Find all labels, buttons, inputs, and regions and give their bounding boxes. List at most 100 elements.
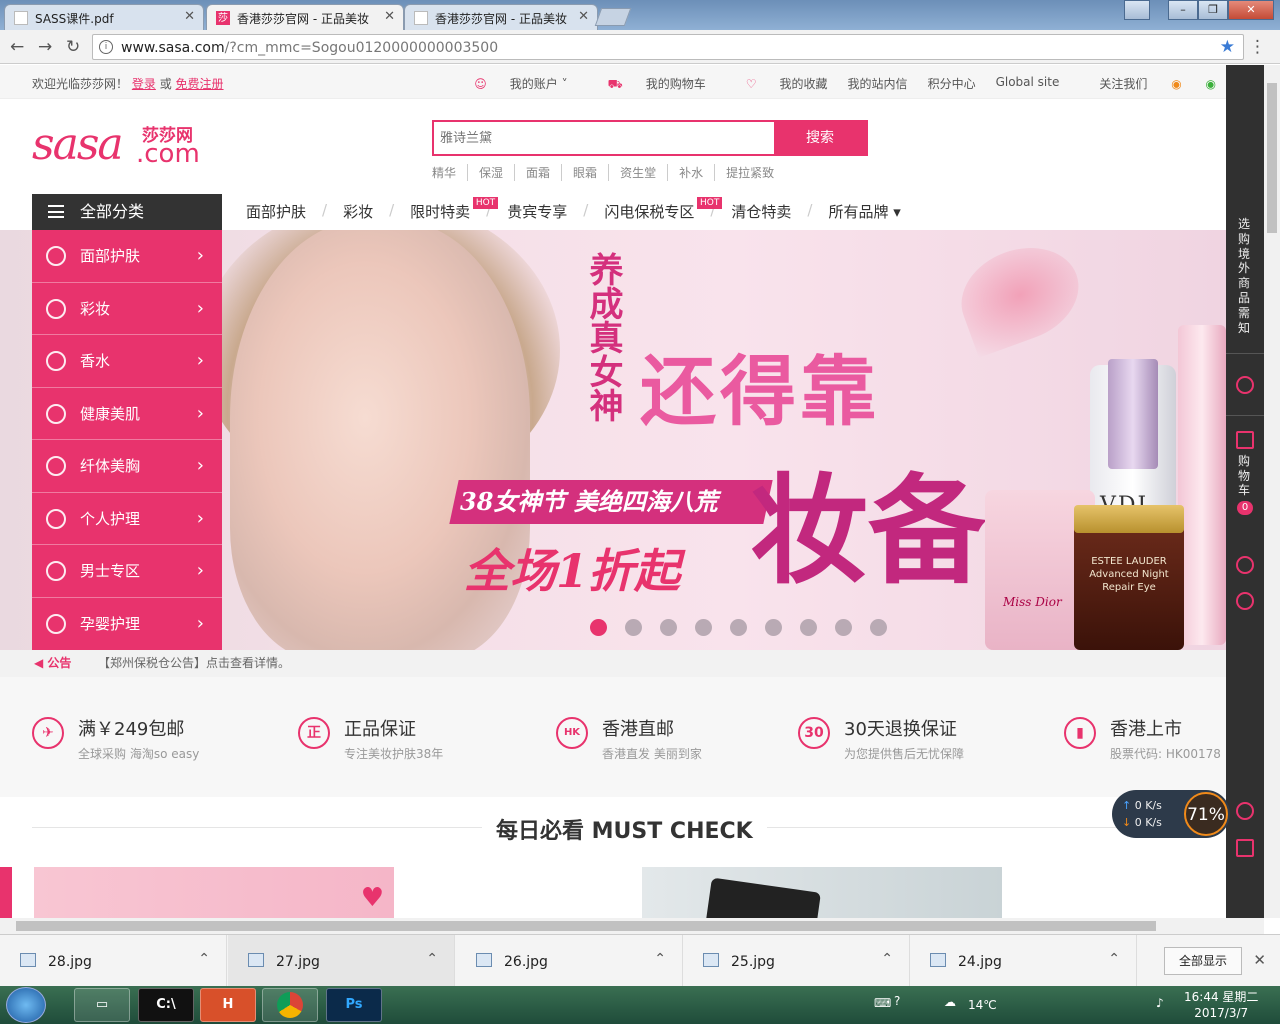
carousel-dot[interactable]	[800, 619, 817, 636]
chevron-up-icon[interactable]: ⌃	[654, 951, 666, 967]
close-icon[interactable]: ✕	[578, 9, 589, 24]
forward-arrow-icon[interactable]: →	[38, 37, 52, 57]
download-item[interactable]: 25.jpg ⌃	[683, 935, 910, 987]
clock[interactable]: 16:44 星期二 2017/3/7	[1184, 989, 1258, 1021]
category-personal-care[interactable]: 个人护理 ›	[32, 493, 222, 545]
network-monitor-widget[interactable]: ↑ 0 K/s ↓ 0 K/s 71%	[1112, 790, 1230, 838]
info-icon[interactable]: i	[99, 40, 113, 54]
url-field[interactable]: i www.sasa.com/?cm_mmc=Sogou012000000000…	[92, 34, 1244, 60]
category-perfume[interactable]: 香水 ›	[32, 335, 222, 388]
my-messages-link[interactable]: 我的站内信	[848, 75, 908, 93]
hotword[interactable]: 补水	[667, 164, 714, 181]
carousel-dot[interactable]	[625, 619, 642, 636]
nav-bonded[interactable]: 闪电保税专区 HOT	[590, 197, 723, 222]
hotword[interactable]: 精华	[432, 164, 467, 181]
vertical-scrollbar[interactable]	[1264, 65, 1280, 918]
carousel-dot[interactable]	[870, 619, 887, 636]
scroll-thumb[interactable]	[16, 921, 1156, 931]
explorer-taskbar-icon[interactable]: ▭	[74, 988, 130, 1022]
points-center-link[interactable]: 积分中心	[928, 75, 976, 93]
search-input[interactable]	[434, 122, 776, 154]
maximize-button[interactable]: ❐	[1198, 0, 1228, 20]
category-face-care[interactable]: 面部护肤 ›	[32, 230, 222, 283]
tab-sasa-active[interactable]: 莎 香港莎莎官网 - 正品美妆 ✕	[206, 4, 404, 30]
close-icon[interactable]: ✕	[1253, 951, 1266, 969]
nav-flash-sale[interactable]: 限时特卖 HOT	[396, 197, 499, 222]
my-cart-link[interactable]: ⛟ 我的购物车	[588, 75, 706, 93]
help-icon[interactable]: ?	[894, 994, 900, 1008]
download-item[interactable]: 27.jpg ⌃	[228, 935, 455, 987]
scroll-thumb[interactable]	[1267, 83, 1277, 233]
hotword[interactable]: 资生堂	[608, 164, 667, 181]
login-link[interactable]: 登录	[132, 77, 156, 91]
chevron-up-icon[interactable]: ⌃	[198, 951, 210, 967]
wechat-icon[interactable]: ◉	[1206, 77, 1216, 91]
weibo-icon[interactable]: ◉	[1171, 77, 1181, 91]
overseas-notice-link[interactable]: 选购境外商品需知	[1238, 217, 1252, 335]
qr-code-icon[interactable]	[1236, 839, 1254, 857]
promo-card-skincare[interactable]	[642, 867, 1002, 918]
keyboard-icon[interactable]: ⌨	[874, 996, 891, 1010]
search-button[interactable]: 搜索	[774, 122, 866, 154]
carousel-dot[interactable]	[765, 619, 782, 636]
carousel-dot[interactable]	[660, 619, 677, 636]
cmd-taskbar-icon[interactable]: C:\	[138, 988, 194, 1022]
photoshop-taskbar-icon[interactable]: Ps	[326, 988, 382, 1022]
nav-all-brands[interactable]: 所有品牌 ▾	[814, 201, 914, 222]
close-icon[interactable]: ✕	[384, 9, 395, 24]
weather-icon[interactable]: ☁	[944, 995, 956, 1009]
user-icon[interactable]	[1124, 0, 1150, 20]
category-men[interactable]: 男士专区 ›	[32, 545, 222, 598]
carousel-dot[interactable]	[730, 619, 747, 636]
category-health[interactable]: 健康美肌 ›	[32, 388, 222, 440]
my-favorites-link[interactable]: ♡ 我的收藏	[726, 75, 828, 93]
hbuilder-taskbar-icon[interactable]: H	[200, 988, 256, 1022]
hotword[interactable]: 保湿	[467, 164, 514, 181]
nav-vip[interactable]: 贵宾专享	[493, 201, 581, 222]
horizontal-scrollbar[interactable]	[0, 918, 1264, 934]
chevron-up-icon[interactable]: ⌃	[881, 951, 893, 967]
download-item[interactable]: 26.jpg ⌃	[456, 935, 683, 987]
category-makeup[interactable]: 彩妆 ›	[32, 283, 222, 335]
my-account-link[interactable]: ☺ 我的账户 ˅	[454, 75, 567, 93]
close-icon[interactable]: ✕	[184, 9, 195, 24]
volume-icon[interactable]: ♪	[1156, 996, 1164, 1010]
history-clock-icon[interactable]	[1236, 592, 1254, 610]
global-site-link[interactable]: Global site	[996, 75, 1060, 93]
follow-us-link[interactable]: 关注我们 ◉ ◉	[1079, 75, 1216, 93]
chevron-up-icon[interactable]: ⌃	[426, 951, 438, 967]
download-item[interactable]: 24.jpg ⌃	[910, 935, 1137, 987]
carousel-dot[interactable]	[590, 619, 607, 636]
heart-icon[interactable]: ♥	[361, 883, 384, 913]
category-body[interactable]: 纤体美胸 ›	[32, 440, 222, 493]
register-link[interactable]: 免费注册	[176, 77, 224, 91]
hotword[interactable]: 提拉紧致	[714, 164, 785, 181]
carousel-dot[interactable]	[835, 619, 852, 636]
favorites-heart-icon[interactable]	[1236, 556, 1254, 574]
menu-icon[interactable]: ⋮	[1249, 37, 1266, 57]
nav-makeup[interactable]: 彩妆	[329, 201, 387, 222]
promo-card-mother-baby[interactable]: ♥	[34, 867, 394, 918]
reload-icon[interactable]: ↻	[66, 37, 80, 57]
start-button[interactable]	[6, 987, 46, 1023]
account-icon[interactable]	[1236, 376, 1254, 394]
download-item[interactable]: 28.jpg ⌃	[0, 935, 227, 987]
hotword[interactable]: 面霜	[514, 164, 561, 181]
notice-link[interactable]: 【郑州保税仓公告】点击查看详情。	[98, 650, 290, 677]
headset-icon[interactable]	[1236, 802, 1254, 820]
tab-sasa[interactable]: 香港莎莎官网 - 正品美妆 ✕	[404, 4, 598, 30]
nav-face-care[interactable]: 面部护肤	[232, 201, 320, 222]
new-tab-button[interactable]	[594, 8, 632, 26]
category-baby[interactable]: 孕婴护理 ›	[32, 598, 222, 651]
dock-cart-label[interactable]: 购物车	[1238, 454, 1252, 498]
chevron-up-icon[interactable]: ⌃	[1108, 951, 1120, 967]
show-all-button[interactable]: 全部显示	[1164, 947, 1242, 975]
nav-clearance[interactable]: 清仓特卖	[717, 201, 805, 222]
close-window-button[interactable]: ✕	[1228, 0, 1274, 20]
tab-pdf[interactable]: SASS课件.pdf ✕	[4, 4, 204, 30]
side-pink-tab[interactable]	[0, 867, 12, 918]
sasa-logo[interactable]: sasa 莎莎网 .com	[32, 113, 212, 173]
cart-icon[interactable]	[1236, 431, 1254, 449]
back-arrow-icon[interactable]: ←	[10, 37, 24, 57]
bookmark-star-icon[interactable]: ★	[1220, 37, 1235, 57]
